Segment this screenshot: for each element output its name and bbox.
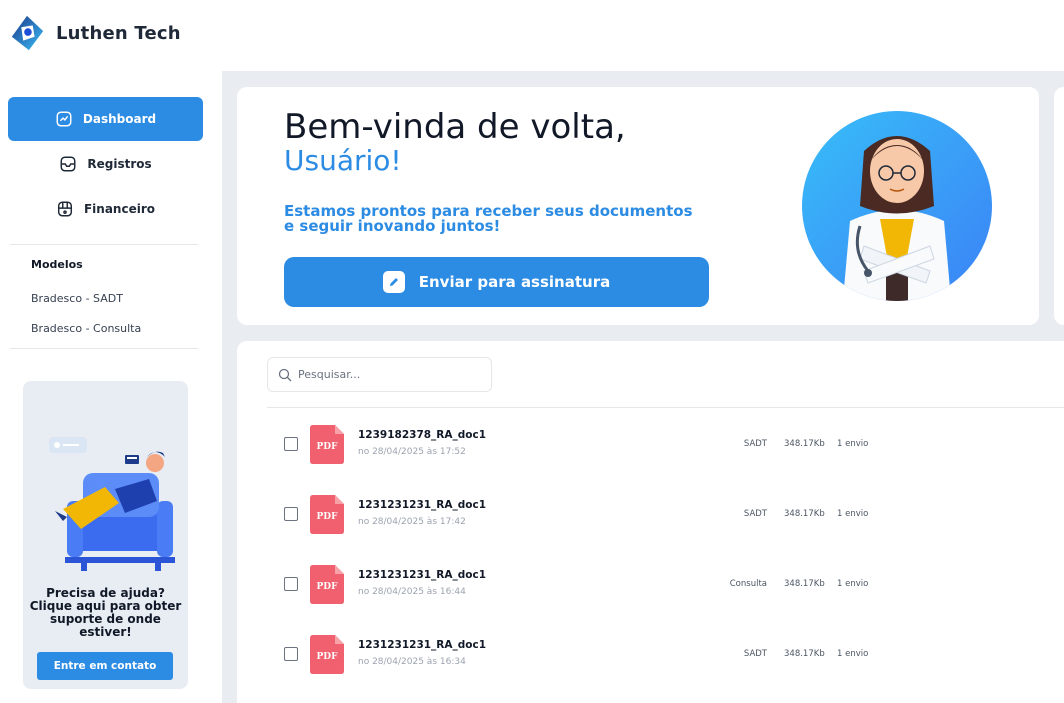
- table-row[interactable]: PDF 1231231231_RA_doc1 no 28/04/2025 às …: [267, 630, 1064, 680]
- app-logo[interactable]: Luthen Tech: [8, 14, 181, 52]
- models-title: Modelos: [31, 258, 83, 271]
- sidebar-item-label: Dashboard: [82, 112, 157, 126]
- row-checkbox[interactable]: [284, 577, 298, 591]
- send-for-signature-button[interactable]: Enviar para assinatura: [284, 257, 709, 307]
- row-checkbox[interactable]: [284, 437, 298, 451]
- svg-text:PDF: PDF: [317, 582, 339, 592]
- table-row[interactable]: PDF 1231231231_RA_doc1 no 28/04/2025 às …: [267, 490, 1064, 540]
- svg-text:PDF: PDF: [317, 512, 339, 522]
- contact-button[interactable]: Entre em contato: [37, 652, 173, 680]
- wallet-icon: [57, 201, 73, 217]
- document-size: 348.17Kb: [784, 439, 825, 449]
- svg-text:PDF: PDF: [317, 442, 339, 452]
- table-row[interactable]: PDF 1239182378_RA_doc1 no 28/04/2025 às …: [267, 420, 1064, 470]
- main-content: Bem-vinda de volta, Usuário! Estamos pro…: [222, 71, 1064, 703]
- pdf-file-icon: PDF: [310, 635, 344, 674]
- search-box: [267, 357, 492, 392]
- sidebar: Dashboard Registros Financeiro Modelos B…: [0, 71, 222, 703]
- pen-icon: [382, 271, 405, 293]
- document-type: SADT: [743, 439, 767, 449]
- document-sends: 1 envio: [837, 579, 869, 589]
- row-checkbox[interactable]: [284, 507, 298, 521]
- document-name[interactable]: 1231231231_RA_doc1: [358, 499, 486, 511]
- svg-text:PDF: PDF: [317, 652, 339, 662]
- doctor-avatar: [802, 111, 992, 301]
- sidebar-item-label: Financeiro: [83, 202, 156, 216]
- dashboard-icon: [56, 111, 72, 127]
- welcome-subtitle: Estamos prontos para receber seus docume…: [284, 202, 693, 235]
- app-name: Luthen Tech: [56, 22, 181, 44]
- sidebar-item-registros[interactable]: Registros: [8, 142, 203, 186]
- logo-icon: [11, 15, 44, 51]
- secondary-card: [1054, 87, 1064, 325]
- document-type: Consulta: [729, 579, 767, 589]
- pdf-file-icon: PDF: [310, 495, 344, 534]
- document-type: SADT: [743, 509, 767, 519]
- model-link-bradesco-sadt[interactable]: Bradesco - SADT: [31, 292, 123, 305]
- list-divider: [267, 407, 1064, 408]
- sidebar-divider: [10, 244, 198, 245]
- sidebar-item-label: Registros: [87, 157, 152, 171]
- top-bar: Luthen Tech: [0, 0, 1064, 71]
- document-date: no 28/04/2025 às 16:34: [358, 657, 466, 667]
- sidebar-divider: [10, 348, 198, 349]
- support-illustration: [49, 437, 175, 571]
- document-name[interactable]: 1231231231_RA_doc1: [358, 569, 486, 581]
- document-date: no 28/04/2025 às 17:52: [358, 447, 466, 457]
- document-name[interactable]: 1231231231_RA_doc1: [358, 639, 486, 651]
- help-text: Precisa de ajuda? Clique aqui para obter…: [29, 586, 182, 639]
- document-name[interactable]: 1239182378_RA_doc1: [358, 429, 486, 441]
- document-date: no 28/04/2025 às 17:42: [358, 517, 466, 527]
- sidebar-item-financeiro[interactable]: Financeiro: [8, 187, 203, 231]
- table-row[interactable]: PDF 1231231231_RA_doc1 no 28/04/2025 às …: [267, 560, 1064, 610]
- model-link-bradesco-consulta[interactable]: Bradesco - Consulta: [31, 322, 141, 335]
- row-checkbox[interactable]: [284, 647, 298, 661]
- inbox-icon: [60, 156, 76, 172]
- document-date: no 28/04/2025 às 16:44: [358, 587, 466, 597]
- document-size: 348.17Kb: [784, 649, 825, 659]
- help-card: Precisa de ajuda? Clique aqui para obter…: [23, 381, 188, 689]
- pdf-file-icon: PDF: [310, 565, 344, 604]
- search-icon: [278, 368, 292, 381]
- sidebar-item-dashboard[interactable]: Dashboard: [8, 97, 203, 141]
- document-size: 348.17Kb: [784, 579, 825, 589]
- document-sends: 1 envio: [837, 649, 869, 659]
- welcome-card: Bem-vinda de volta, Usuário! Estamos pro…: [237, 87, 1039, 325]
- document-type: SADT: [743, 649, 767, 659]
- documents-list: PDF 1239182378_RA_doc1 no 28/04/2025 às …: [237, 341, 1064, 703]
- welcome-title: Bem-vinda de volta,: [284, 107, 626, 147]
- pdf-file-icon: PDF: [310, 425, 344, 464]
- send-button-label: Enviar para assinatura: [418, 273, 611, 291]
- document-sends: 1 envio: [837, 509, 869, 519]
- search-input[interactable]: [298, 368, 488, 381]
- document-sends: 1 envio: [837, 439, 869, 449]
- document-size: 348.17Kb: [784, 509, 825, 519]
- welcome-user: Usuário!: [284, 144, 402, 177]
